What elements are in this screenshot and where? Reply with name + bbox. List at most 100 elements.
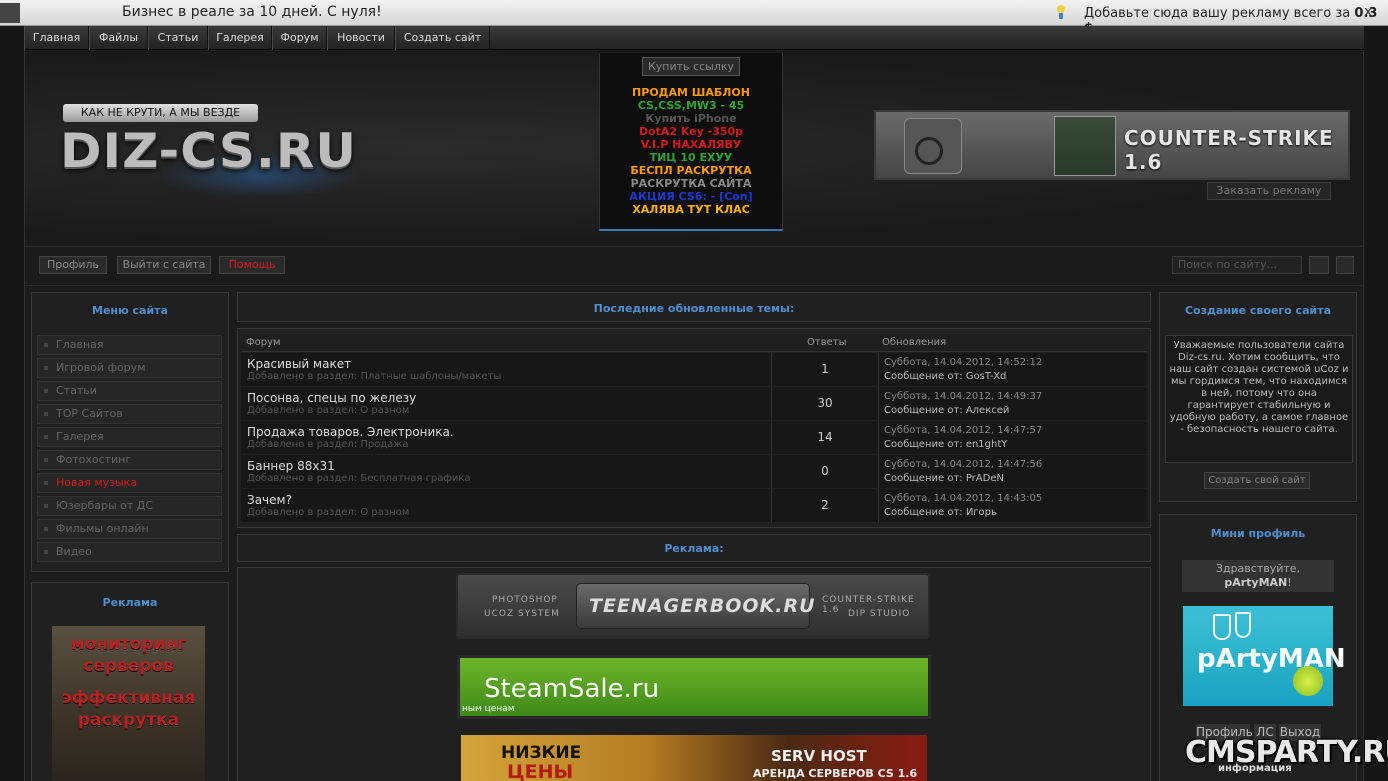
help-button[interactable]: Помощь bbox=[219, 256, 285, 274]
topic-title[interactable]: Посонва, спецы по железу bbox=[247, 391, 416, 405]
site-logo[interactable]: DIZ-CS.RU bbox=[60, 123, 357, 178]
nav-item-news[interactable]: Новости bbox=[327, 26, 395, 50]
update-author[interactable]: Сообщение от: GosT-Xd bbox=[884, 371, 1006, 382]
order-ad-button[interactable]: Заказать рекламу bbox=[1207, 182, 1331, 200]
ad2-main-text: SteamSale.ru bbox=[484, 674, 660, 704]
close-icon[interactable]: x bbox=[1364, 4, 1372, 20]
create-site-button[interactable]: Создать свой сайт bbox=[1204, 472, 1310, 489]
logo-tagline: КАК НЕ КРУТИ, А МЫ ВЕЗДЕ bbox=[63, 104, 258, 122]
left-ad-banner[interactable]: мониторинг серверов эффективная раскрутк… bbox=[52, 626, 205, 781]
search-input[interactable]: Поиск по сайту... bbox=[1172, 256, 1302, 274]
menu-item-top-sites[interactable]: TOP Сайтов bbox=[37, 404, 222, 424]
text-ad-link[interactable]: V.I.P НАХАЛЯВУ bbox=[600, 138, 782, 151]
glass-icon bbox=[1213, 614, 1231, 640]
nav-item-articles[interactable]: Статьи bbox=[148, 26, 208, 50]
main-nav: Главная Файлы Статьи Галерея Форум Новос… bbox=[24, 26, 1364, 50]
profile-button[interactable]: Профиль bbox=[39, 256, 107, 274]
topic-cell: Продажа товаров. Электроника. Добавлено в… bbox=[241, 421, 772, 454]
update-cell: Суббота, 14.04.2012, 14:47:57 Сообщение о… bbox=[879, 421, 1147, 454]
nav-item-files[interactable]: Файлы bbox=[89, 26, 148, 50]
smiley-icon bbox=[1293, 666, 1323, 696]
left-ad-title: Реклама bbox=[102, 596, 158, 609]
topic-title[interactable]: Продажа товаров. Электроника. bbox=[247, 425, 454, 439]
menu-item-photohosting[interactable]: Фотохостинг bbox=[37, 450, 222, 470]
buy-link-button[interactable]: Купить ссылку bbox=[642, 57, 740, 76]
menu-item-new-music[interactable]: Новая музыка bbox=[37, 473, 222, 493]
header-banner[interactable]: COUNTER-STRIKE 1.6 bbox=[874, 110, 1350, 180]
topic-section: Добавлено в раздел: О разном bbox=[247, 507, 410, 518]
replies-count: 1 bbox=[772, 353, 879, 386]
text-ad-link[interactable]: БЕСПЛ РАСКРУТКА bbox=[600, 164, 782, 177]
topic-cell: Баннер 88x31 Добавлено в раздел: Бесплатн… bbox=[241, 455, 772, 488]
update-date: Суббота, 14.04.2012, 14:49:37 bbox=[884, 391, 1043, 402]
ad2-sub-text: ным ценам bbox=[462, 704, 515, 714]
lightbulb-icon bbox=[1057, 5, 1065, 19]
update-author[interactable]: Сообщение от: Алексей bbox=[884, 405, 1009, 416]
ad1-right-text: DIP STUDIO bbox=[848, 609, 911, 619]
avatar[interactable]: pArtyMAN bbox=[1183, 606, 1346, 706]
steamsale-banner[interactable]: SteamSale.ru ным ценам bbox=[457, 655, 931, 719]
nav-item-forum[interactable]: Форум bbox=[272, 26, 327, 50]
topic-section: Добавлено в раздел: О разном bbox=[247, 405, 410, 416]
greeting: Здравствуйте, pArtyMAN! bbox=[1182, 560, 1334, 592]
menu-item-home[interactable]: Главная bbox=[37, 335, 222, 355]
ad1-main-plate: TEENAGERBOOK.RU bbox=[576, 583, 815, 629]
search-icon[interactable] bbox=[1309, 256, 1329, 274]
update-author[interactable]: Сообщение от: PrADeN bbox=[884, 473, 1004, 484]
ad1-left-text: UCOZ SYSTEM bbox=[484, 609, 560, 619]
left-ad-line: серверов bbox=[83, 656, 174, 676]
header-banner-text: COUNTER-STRIKE 1.6 bbox=[1124, 126, 1334, 174]
text-ad-link[interactable]: ПРОДАМ ШАБЛОН bbox=[600, 86, 782, 99]
update-author[interactable]: Сообщение от: Игорь bbox=[884, 507, 997, 518]
text-ad-link[interactable]: Купить iPhone bbox=[600, 112, 782, 125]
toolbar-handle bbox=[0, 3, 20, 23]
replies-count: 2 bbox=[772, 489, 879, 522]
update-date: Суббота, 14.04.2012, 14:43:05 bbox=[884, 493, 1043, 504]
table-row: Баннер 88x31 Добавлено в раздел: Бесплатн… bbox=[241, 455, 1147, 488]
update-cell: Суббота, 14.04.2012, 14:49:37 Сообщение о… bbox=[879, 387, 1147, 420]
ad3-text: АРЕНДА СЕРВЕРОВ CS 1.6 bbox=[753, 767, 918, 780]
replies-count: 0 bbox=[772, 455, 879, 488]
glass-icon bbox=[1235, 612, 1251, 638]
text-ads-list: ПРОДАМ ШАБЛОН CS,CSS,MW3 - 45 Купить iPh… bbox=[600, 86, 782, 216]
menu-item-userbars[interactable]: Юзербары от ДС bbox=[37, 496, 222, 516]
topic-title[interactable]: Зачем? bbox=[247, 493, 292, 507]
teenagerbook-banner[interactable]: PHOTOSHOP UCOZ SYSTEM TEENAGERBOOK.RU CO… bbox=[456, 573, 930, 639]
update-date: Суббота, 14.04.2012, 14:52:12 bbox=[884, 357, 1043, 368]
update-author[interactable]: Сообщение от: en1ghtY bbox=[884, 439, 1007, 450]
forum-title: Последние обновленные темы: bbox=[593, 302, 795, 315]
page: Бизнес в реале за 10 дней. С нуля! Добав… bbox=[0, 0, 1388, 781]
nav-item-create-site[interactable]: Создать сайт bbox=[395, 26, 490, 50]
create-site-text: Уважаемые пользователи сайта Diz-cs.ru. … bbox=[1165, 335, 1353, 463]
menu-item-articles[interactable]: Статьи bbox=[37, 381, 222, 401]
topic-title[interactable]: Баннер 88x31 bbox=[247, 459, 335, 473]
table-row: Посонва, спецы по железу Добавлено в разд… bbox=[241, 387, 1147, 420]
top-ad-label: Добавьте сюда вашу рекламу всего за bbox=[1084, 6, 1355, 21]
topic-cell: Красивый макет Добавлено в раздел: Платны… bbox=[241, 353, 772, 386]
text-ad-link[interactable]: АКЦИЯ CS6: - [Con] bbox=[600, 190, 782, 203]
topic-cell: Посонва, спецы по железу Добавлено в разд… bbox=[241, 387, 772, 420]
text-ad-link[interactable]: DotA2 Key -350p bbox=[600, 125, 782, 138]
menu-item-game-forum[interactable]: Игровой форум bbox=[37, 358, 222, 378]
menu-item-gallery[interactable]: Галерея bbox=[37, 427, 222, 447]
topic-section: Добавлено в раздел: Продажа bbox=[247, 439, 409, 450]
menu-item-video[interactable]: Видео bbox=[37, 542, 222, 562]
menu-item-movies[interactable]: Фильмы онлайн bbox=[37, 519, 222, 539]
avatar-name: pArtyMAN bbox=[1197, 644, 1346, 674]
rss-icon[interactable] bbox=[1336, 256, 1354, 274]
logout-button[interactable]: Выйти с сайта bbox=[117, 256, 211, 274]
update-cell: Суббота, 14.04.2012, 14:52:12 Сообщение о… bbox=[879, 353, 1147, 386]
header-replies: Ответы bbox=[807, 337, 847, 348]
mini-profile-title: Мини профиль bbox=[1210, 527, 1306, 540]
nav-item-gallery[interactable]: Галерея bbox=[208, 26, 272, 50]
top-slogan[interactable]: Бизнес в реале за 10 дней. С нуля! bbox=[122, 4, 382, 20]
text-ad-link[interactable]: РАСКРУТКА САЙТА bbox=[600, 177, 782, 190]
topic-title[interactable]: Красивый макет bbox=[247, 357, 351, 371]
topic-cell: Зачем? Добавлено в раздел: О разном bbox=[241, 489, 772, 522]
text-ad-link[interactable]: CS,CSS,MW3 - 45 bbox=[600, 99, 782, 112]
text-ad-link[interactable]: ХАЛЯВА ТУТ КЛАС bbox=[600, 203, 782, 216]
nav-item-home[interactable]: Главная bbox=[24, 26, 89, 50]
servhost-banner[interactable]: НИЗКИЕ ЦЕНЫ SERV HOST АРЕНДА СЕРВЕРОВ CS… bbox=[461, 735, 927, 781]
header-updates: Обновления bbox=[882, 337, 947, 348]
text-ad-link[interactable]: ТИЦ 10 ЕХУУ bbox=[600, 151, 782, 164]
